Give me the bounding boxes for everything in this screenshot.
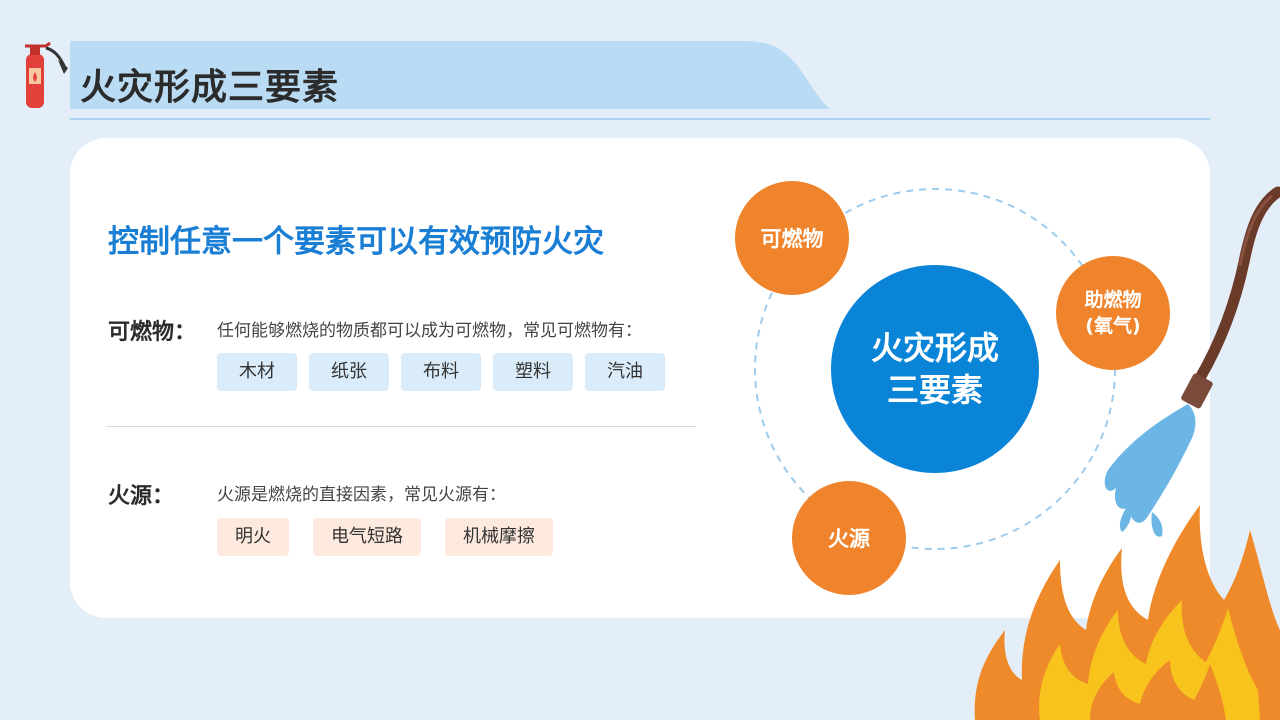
center-line-2: 三要素 <box>886 371 983 409</box>
node-label: 助燃物 <box>1084 289 1142 311</box>
headline: 控制任意一个要素可以有效预防火灾 <box>108 224 604 260</box>
node-label: 可燃物 <box>760 227 824 251</box>
tag-list-combustible: 木材 纸张 布料 塑料 汽油 <box>217 353 677 391</box>
center-line-1: 火灾形成 <box>870 329 999 367</box>
section-label-combustible: 可燃物： <box>108 320 197 345</box>
node-combustible: 可燃物 <box>735 181 849 295</box>
tag-item: 木材 <box>217 353 297 391</box>
tag-list-ignition: 明火 电气短路 机械摩擦 <box>217 518 577 556</box>
node-ignition: 火源 <box>792 481 906 595</box>
page-title: 火灾形成三要素 <box>80 67 340 108</box>
tag-item: 布料 <box>401 353 481 391</box>
fire-extinguisher-icon <box>20 38 70 116</box>
tag-item: 汽油 <box>585 353 665 391</box>
section-desc-ignition: 火源是燃烧的直接因素，常见火源有： <box>217 485 506 505</box>
tag-item: 机械摩擦 <box>445 518 553 556</box>
node-sublabel: (氧气) <box>1085 315 1141 337</box>
center-circle: 火灾形成 三要素 <box>831 265 1039 473</box>
section-desc-combustible: 任何能够燃烧的物质都可以成为可燃物，常见可燃物有： <box>217 321 642 341</box>
section-divider <box>106 426 696 427</box>
tag-item: 纸张 <box>309 353 389 391</box>
node-oxidizer: 助燃物 (氧气) <box>1056 256 1170 370</box>
title-divider <box>70 118 1210 120</box>
tag-item: 明火 <box>217 518 289 556</box>
node-label: 火源 <box>828 527 870 551</box>
tag-item: 电气短路 <box>313 518 421 556</box>
section-label-ignition: 火源： <box>108 484 175 509</box>
tag-item: 塑料 <box>493 353 573 391</box>
